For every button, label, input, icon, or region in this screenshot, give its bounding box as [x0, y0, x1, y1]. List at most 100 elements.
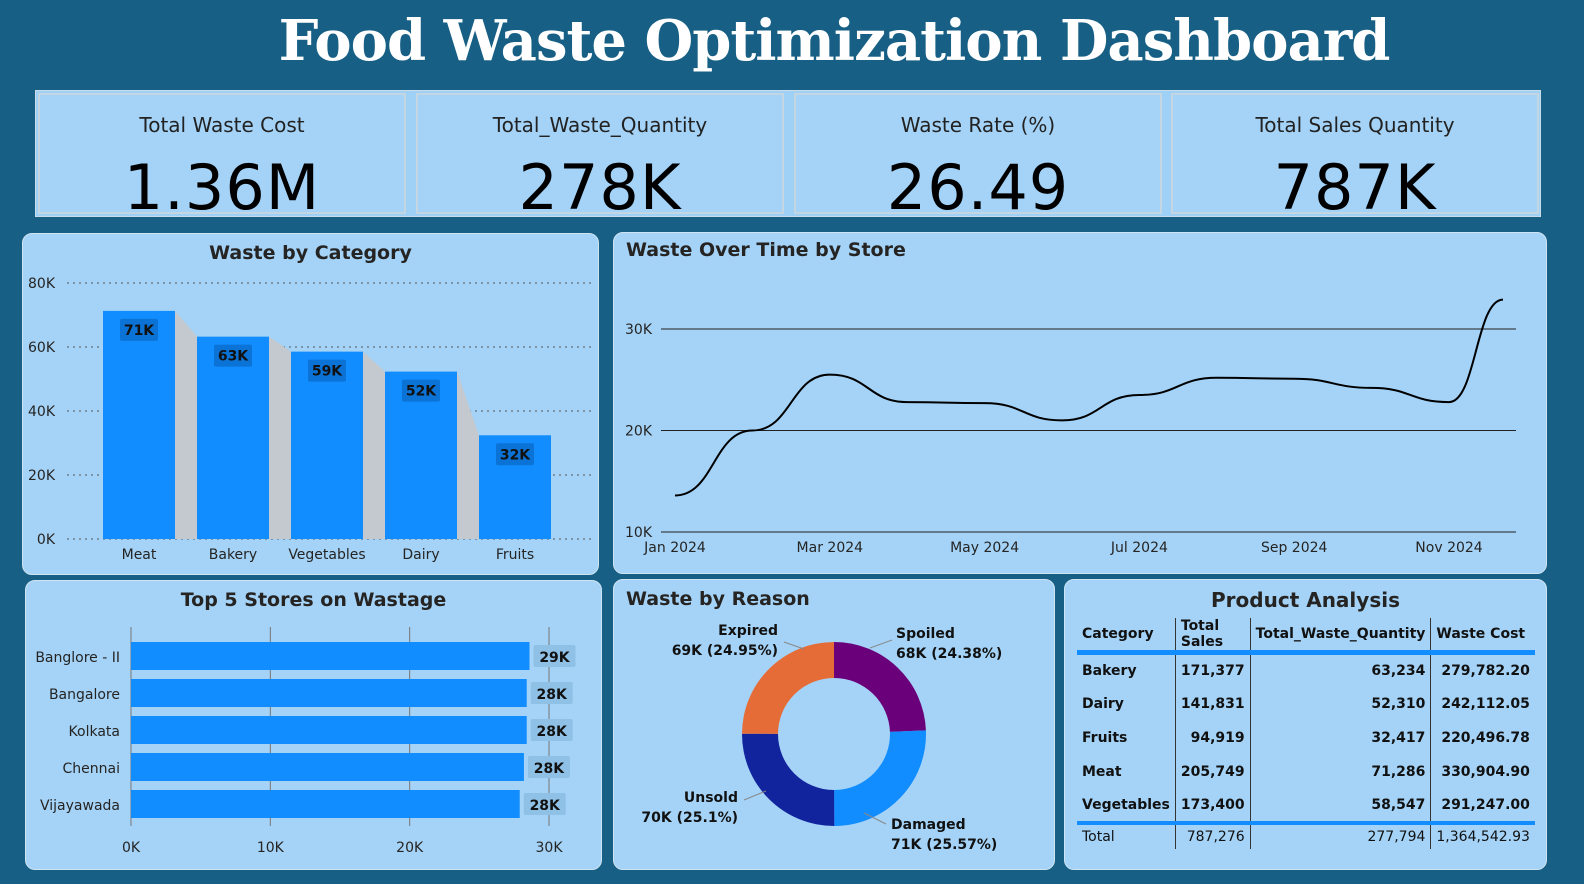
product-analysis-table: Category Total Sales Total_Waste_Quantit… [1077, 618, 1535, 849]
bar [103, 310, 175, 539]
kpi-value: 787K [1273, 151, 1437, 224]
panel-product-analysis[interactable]: Product Analysis Category Total Sales To… [1064, 579, 1547, 870]
table-cell: 94,919 [1174, 720, 1251, 755]
slice-label: Expired [718, 623, 778, 639]
y-tick-label: 40K [28, 404, 56, 420]
y-tick-label: 80K [28, 276, 56, 292]
kpi-label: Total Waste Cost [139, 113, 305, 137]
table-cell: Bakery [1082, 662, 1137, 679]
panel-top-stores[interactable]: Top 5 Stores on Wastage 0K 10K 20K 30K Bangl… [25, 580, 602, 870]
table-cell: 787,276 [1174, 820, 1251, 849]
panel-waste-over-time[interactable]: Waste Over Time by Store 10K 20K 30K Jan 20… [613, 232, 1547, 574]
y-tick-label: Vijayawada [40, 798, 120, 814]
x-tick-label: Dairy [402, 547, 439, 563]
data-label: 52K [406, 384, 437, 400]
data-label: 71K [124, 323, 155, 339]
x-tick-label: Nov 2024 [1415, 540, 1482, 556]
y-tick-label: Chennai [63, 761, 120, 777]
reason-donut-chart[interactable]: Spoiled 68K (24.38%) Damaged 71K (25.57%) Un… [614, 580, 1056, 871]
bar [197, 336, 269, 539]
kpi-total-sales-quantity[interactable]: Total Sales Quantity 787K [1171, 93, 1539, 224]
slice-label: Unsold [684, 790, 738, 806]
table-cell: 71,286 [1249, 754, 1431, 789]
table-cell: 63,234 [1249, 652, 1431, 687]
table-cell: 279,782.20 [1430, 652, 1535, 687]
slice-label: Damaged [891, 817, 966, 833]
data-label: 59K [312, 364, 343, 380]
slice-label: Spoiled [896, 626, 955, 642]
panel-waste-by-reason[interactable]: Waste by Reason Spoiled 68K (24.38%) Damag… [613, 579, 1055, 870]
table-cell: 220,496.78 [1430, 720, 1535, 755]
x-tick-label: Vegetables [288, 547, 365, 563]
ribbon-connector [457, 371, 479, 539]
data-label: 29K [539, 650, 570, 666]
y-tick-label: Banglore - II [35, 650, 120, 666]
table-row[interactable]: Meat 205,749 71,286 330,904.90 [1077, 754, 1535, 789]
table-title: Product Analysis [1211, 588, 1400, 612]
table-total-row: Total 787,276 277,794 1,364,542.93 [1077, 820, 1535, 849]
panel-waste-by-category[interactable]: Waste by Category 0K 20K 40K 60K 80K 71K Meat 6… [22, 233, 599, 575]
x-tick-label: 20K [396, 840, 424, 856]
leader-line [783, 641, 805, 650]
bar [131, 753, 524, 781]
x-tick-label: Jan 2024 [643, 540, 706, 556]
y-tick-label: 20K [625, 424, 653, 440]
x-tick-label: 10K [257, 840, 285, 856]
y-tick-label: 30K [625, 322, 653, 338]
data-label: 32K [500, 447, 531, 463]
table-cell: 242,112.05 [1430, 686, 1535, 721]
table-row[interactable]: Bakery 171,377 63,234 279,782.20 [1077, 652, 1535, 687]
data-label: 28K [537, 724, 568, 740]
y-tick-label: 60K [28, 340, 56, 356]
column-header[interactable]: Total_Waste_Quantity [1249, 618, 1431, 655]
y-tick-label: Bangalore [49, 687, 120, 703]
kpi-value: 1.36M [123, 151, 321, 224]
slice-value: 69K (24.95%) [672, 643, 778, 659]
table-cell: 52,310 [1249, 686, 1431, 721]
bar [131, 716, 527, 744]
y-tick-label: 10K [625, 525, 653, 541]
x-tick-label: Mar 2024 [797, 540, 864, 556]
x-tick-label: Bakery [209, 547, 257, 563]
kpi-value: 26.49 [886, 151, 1070, 224]
ribbon-connector [269, 336, 291, 539]
x-tick-label: Sep 2024 [1261, 540, 1328, 556]
leader-line [743, 790, 767, 801]
table-cell: 205,749 [1174, 754, 1251, 789]
table-cell: 58,547 [1249, 788, 1431, 823]
time-line-chart[interactable]: 10K 20K 30K Jan 2024 Mar 2024 May 2024 Jul 202… [614, 233, 1548, 575]
table-header-row: Category Total Sales Total_Waste_Quantit… [1077, 618, 1535, 655]
table-row[interactable]: Fruits 94,919 32,417 220,496.78 [1077, 720, 1535, 755]
bar [131, 790, 520, 818]
column-header[interactable]: Waste Cost [1430, 618, 1535, 655]
slice-value: 68K (24.38%) [896, 646, 1002, 662]
donut-slice [742, 733, 835, 826]
ribbon-connector [363, 351, 385, 539]
slice-value: 70K (25.1%) [641, 810, 738, 826]
y-tick-label: Kolkata [69, 724, 120, 740]
kpi-total-waste-cost[interactable]: Total Waste Cost 1.36M [38, 93, 406, 224]
table-cell: Total [1077, 820, 1176, 849]
stores-bar-chart[interactable]: 0K 10K 20K 30K Banglore - II 29K Bangalore 28K K… [26, 581, 603, 871]
x-tick-label: 30K [536, 840, 564, 856]
table-cell: Meat [1082, 763, 1122, 780]
table-row[interactable]: Dairy 141,831 52,310 242,112.05 [1077, 686, 1535, 721]
y-tick-label: 20K [28, 468, 56, 484]
dashboard-title: Food Waste Optimization Dashboard [278, 8, 1391, 74]
kpi-waste-rate[interactable]: Waste Rate (%) 26.49 [794, 93, 1162, 224]
table-cell: 277,794 [1249, 820, 1431, 849]
column-header[interactable]: Category [1077, 618, 1176, 655]
category-bar-chart[interactable]: 0K 20K 40K 60K 80K 71K Meat 63K Bakery 59K Vegetab… [23, 234, 600, 576]
kpi-total-waste-quantity[interactable]: Total_Waste_Quantity 278K [416, 93, 784, 224]
table-cell: 173,400 [1174, 788, 1251, 823]
kpi-label: Total_Waste_Quantity [492, 113, 708, 137]
donut-slice [834, 730, 926, 826]
x-tick-label: 0K [122, 840, 141, 856]
column-header[interactable]: Total Sales [1174, 618, 1251, 655]
data-label: 28K [537, 687, 568, 703]
slice-value: 71K (25.57%) [891, 837, 997, 853]
table-cell: Vegetables [1082, 796, 1170, 813]
table-row[interactable]: Vegetables 173,400 58,547 291,247.00 [1077, 788, 1535, 823]
x-tick-label: Meat [122, 547, 157, 563]
table-cell: 1,364,542.93 [1430, 820, 1535, 849]
